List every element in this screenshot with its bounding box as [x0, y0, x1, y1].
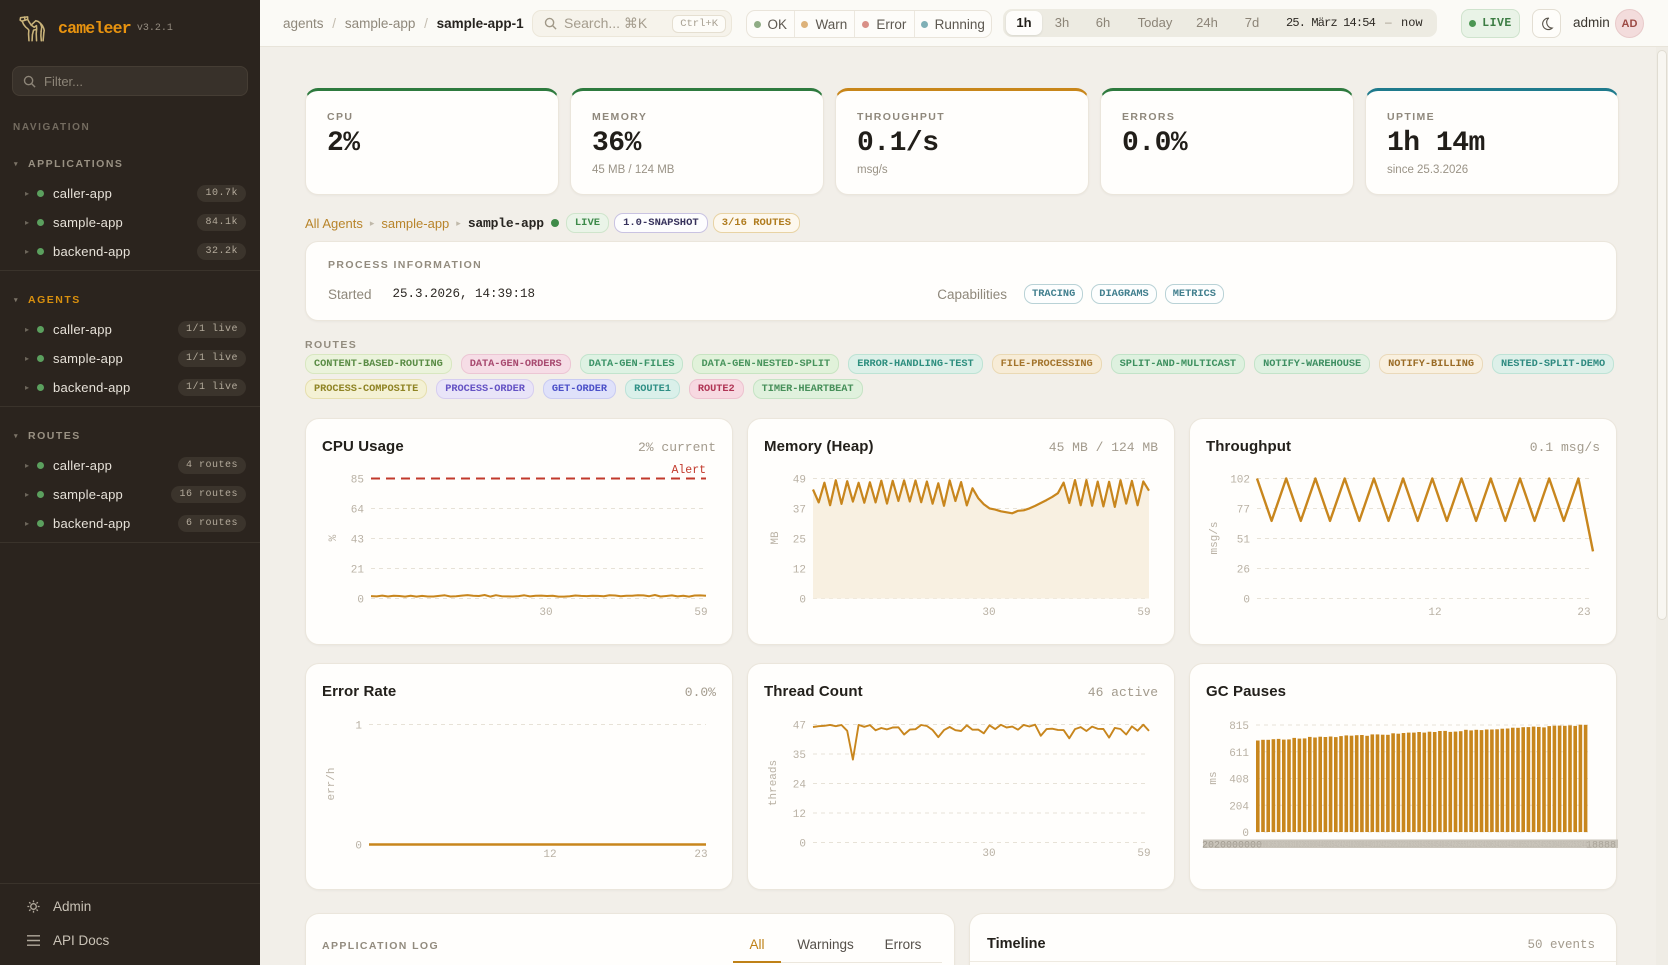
svg-text:1: 1 [355, 721, 362, 733]
svg-text:408: 408 [1229, 775, 1249, 787]
svg-text:51: 51 [1237, 535, 1251, 547]
svg-text:30: 30 [539, 607, 552, 619]
svg-text:0: 0 [799, 595, 806, 607]
svg-text:77: 77 [1237, 505, 1250, 517]
svg-text:0: 0 [1242, 828, 1249, 840]
svg-text:12: 12 [793, 565, 806, 577]
svg-text:35: 35 [793, 750, 806, 762]
svg-text:815: 815 [1229, 721, 1249, 733]
svg-text:24: 24 [793, 780, 807, 792]
svg-text:12: 12 [1428, 607, 1441, 619]
svg-text:MB: MB [770, 531, 782, 545]
svg-text:43: 43 [351, 535, 364, 547]
svg-text:59: 59 [1137, 607, 1150, 619]
svg-text:102: 102 [1230, 475, 1250, 487]
svg-text:23: 23 [1577, 607, 1590, 619]
svg-text:21: 21 [351, 565, 365, 577]
svg-text:59: 59 [694, 607, 707, 619]
svg-text:200365302603102363600446035424: 2003653026031023636004460354242410200044… [1260, 840, 1590, 850]
svg-text:25: 25 [793, 535, 806, 547]
svg-text:0: 0 [1243, 595, 1250, 607]
svg-text:err/h: err/h [326, 767, 338, 800]
svg-text:64: 64 [351, 505, 365, 517]
svg-text:23: 23 [694, 849, 707, 861]
svg-text:12: 12 [543, 849, 556, 861]
svg-text:msg/s: msg/s [1209, 521, 1221, 554]
svg-text:0: 0 [357, 595, 364, 607]
svg-text:%: % [328, 534, 340, 541]
svg-text:2020000000: 2020000000 [1202, 841, 1262, 852]
svg-text:30: 30 [982, 848, 995, 860]
svg-text:59: 59 [1137, 848, 1150, 860]
svg-text:ms: ms [1208, 771, 1220, 784]
svg-text:26: 26 [1237, 565, 1250, 577]
svg-text:204: 204 [1229, 801, 1249, 813]
svg-text:37: 37 [793, 505, 806, 517]
svg-text:49: 49 [793, 475, 806, 487]
svg-text:47: 47 [793, 721, 806, 733]
svg-text:18888: 18888 [1586, 841, 1616, 852]
svg-text:12: 12 [793, 809, 806, 821]
svg-text:Alert: Alert [671, 464, 706, 477]
svg-text:611: 611 [1229, 748, 1249, 760]
svg-text:0: 0 [799, 839, 806, 851]
svg-text:0: 0 [355, 841, 362, 853]
svg-text:85: 85 [351, 475, 364, 487]
svg-text:30: 30 [982, 607, 995, 619]
svg-text:threads: threads [768, 760, 780, 806]
